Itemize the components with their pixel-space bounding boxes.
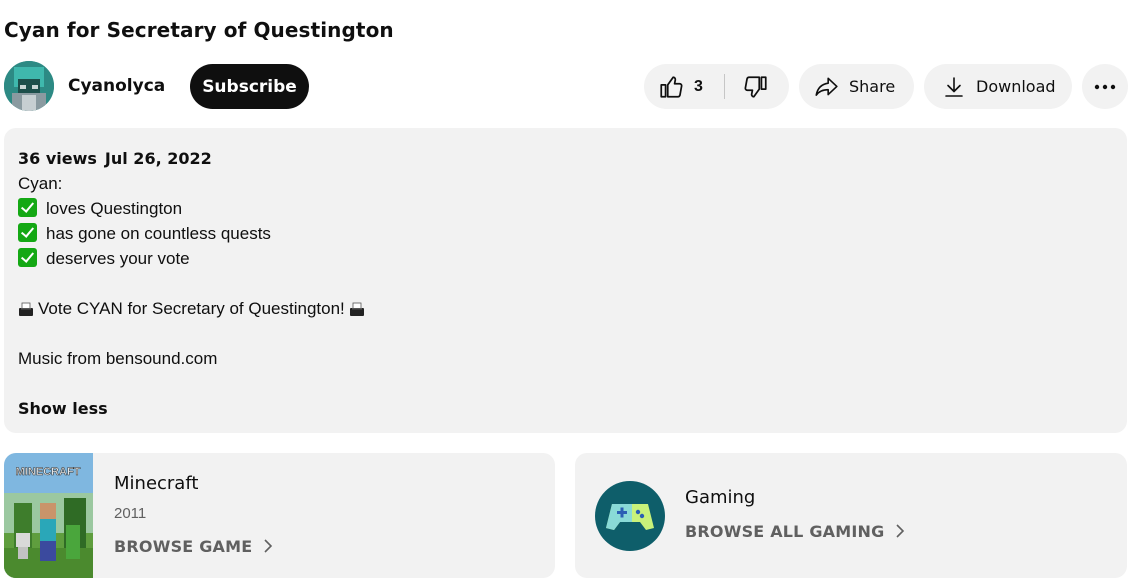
browse-game-link[interactable]: BROWSE GAME (114, 536, 278, 556)
channel-name[interactable]: Cyanolyca (68, 76, 165, 96)
check-icon (18, 198, 37, 217)
share-button[interactable]: Share (799, 64, 914, 109)
check-icon (18, 248, 37, 267)
description-box[interactable]: 36 views Jul 26, 2022 Cyan: loves Questin… (4, 128, 1127, 433)
game-controller-icon (606, 504, 654, 530)
description-content: 36 views Jul 26, 2022 Cyan: loves Questin… (18, 146, 365, 421)
description-check-line: has gone on countless quests (18, 221, 365, 246)
description-line: Cyan: (18, 174, 63, 193)
check-icon (18, 223, 37, 242)
download-label: Download (976, 77, 1056, 96)
share-label: Share (849, 77, 896, 96)
description-check-line: deserves your vote (18, 246, 365, 271)
description-line: Vote CYAN for Secretary of Questington! (38, 299, 345, 318)
game-card[interactable]: MINECRAFT Minecraft 2011 BROWSE GAME (4, 453, 555, 578)
description-meta: 36 views Jul 26, 2022 (18, 146, 365, 171)
upload-date: Jul 26, 2022 (104, 149, 212, 168)
description-check-line: loves Questington (18, 196, 365, 221)
owner-row: Cyanolyca Subscribe 3 Share Download (4, 61, 1128, 111)
like-count: 3 (694, 77, 703, 95)
gaming-category-icon (595, 481, 665, 551)
description-line: loves Questington (46, 199, 183, 218)
like-button[interactable]: 3 (644, 64, 724, 109)
game-thumbnail[interactable]: MINECRAFT (4, 453, 93, 578)
channel-avatar[interactable] (4, 61, 54, 111)
more-dots-icon (1094, 84, 1116, 89)
share-arrow-icon (815, 77, 838, 96)
gaming-card[interactable]: Gaming BROWSE ALL GAMING (575, 453, 1127, 578)
show-less-button[interactable]: Show less (18, 396, 365, 421)
dislike-button[interactable] (725, 64, 787, 109)
chevron-right-icon (896, 524, 905, 538)
ballot-box-icon (19, 302, 33, 316)
ballot-box-icon (349, 302, 364, 316)
description-vote-line: Vote CYAN for Secretary of Questington! (18, 296, 365, 321)
browse-all-gaming-label: BROWSE ALL GAMING (685, 521, 885, 541)
game-thumbnail-logo: MINECRAFT (16, 466, 81, 478)
game-year: 2011 (114, 505, 147, 522)
subscribe-button[interactable]: Subscribe (190, 64, 309, 109)
download-button[interactable]: Download (924, 64, 1072, 109)
more-actions-button[interactable] (1082, 64, 1128, 109)
thumbs-up-icon (660, 75, 683, 98)
chevron-right-icon (264, 539, 273, 553)
description-line: deserves your vote (46, 249, 190, 268)
browse-game-label: BROWSE GAME (114, 536, 253, 556)
download-icon (945, 76, 963, 97)
browse-all-gaming-link[interactable]: BROWSE ALL GAMING (685, 521, 910, 541)
like-dislike-group: 3 (644, 64, 789, 109)
description-line[interactable]: Music from bensound.com (18, 346, 365, 371)
thumbs-down-icon (744, 75, 767, 98)
gaming-title: Gaming (685, 487, 756, 508)
game-title: Minecraft (114, 473, 199, 494)
video-title: Cyan for Secretary of Questington (4, 18, 394, 42)
view-count: 36 views (18, 149, 97, 168)
description-line: has gone on countless quests (46, 224, 271, 243)
